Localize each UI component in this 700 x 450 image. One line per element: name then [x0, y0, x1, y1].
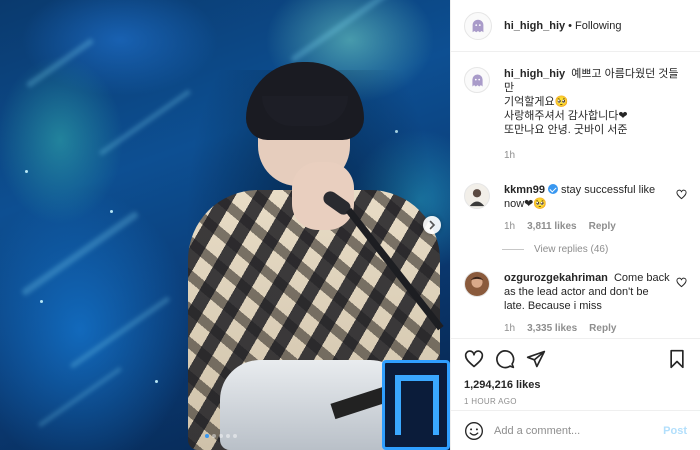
caption-username[interactable]: hi_high_hiy: [504, 68, 565, 80]
view-replies-label: View replies (46): [534, 244, 609, 255]
view-replies-button[interactable]: View replies (46): [502, 244, 687, 255]
comment-body: ozgurozgekahriman Come back as the lead …: [504, 271, 687, 336]
carousel-dot: [233, 434, 237, 438]
light-streak: [98, 88, 192, 157]
comment-meta: 1h 3,335 likes Reply: [504, 322, 671, 336]
following-button[interactable]: Following: [575, 20, 621, 32]
light-streak: [25, 37, 95, 89]
post-side-panel: hi_high_hiy • Following hi_high_hiy 예쁘고 …: [450, 0, 700, 450]
comments-list[interactable]: hi_high_hiy 예쁘고 아름다웠던 것들만 기억할게요🥺 사랑해주셔서 …: [451, 53, 700, 338]
comment-time[interactable]: 1h: [504, 322, 515, 336]
likes-count[interactable]: 1,294,216 likes: [464, 379, 687, 391]
comment-bubble-icon[interactable]: [495, 349, 515, 369]
share-paper-plane-icon[interactable]: [526, 349, 546, 369]
caption-meta: 1h: [504, 149, 687, 163]
comment-item: kkmn99 stay successful like now❤🥺 1h 3,81…: [464, 183, 687, 234]
ghost-avatar-icon: [472, 19, 484, 32]
ghost-avatar-icon: [471, 74, 483, 86]
add-comment-input[interactable]: [494, 424, 664, 437]
action-icons: [464, 347, 687, 371]
person-avatar-icon: [469, 189, 485, 207]
comment-username[interactable]: kkmn99: [504, 184, 545, 196]
author-avatar[interactable]: [464, 11, 492, 40]
comment-likes[interactable]: 3,811 likes: [527, 220, 577, 234]
bookmark-icon[interactable]: [667, 349, 687, 369]
comment-like-icon[interactable]: [676, 189, 687, 200]
light-streak: [37, 366, 123, 428]
like-heart-icon[interactable]: [464, 349, 484, 369]
sparkle: [40, 300, 43, 303]
add-comment-bar: Post: [451, 410, 700, 450]
author-username[interactable]: hi_high_hiy: [504, 20, 565, 32]
commenter-avatar[interactable]: [464, 271, 490, 297]
chevron-right-icon: [429, 220, 436, 230]
comment-meta: 1h 3,811 likes Reply: [504, 220, 671, 234]
comment-item: ozgurozgekahriman Come back as the lead …: [464, 271, 687, 336]
reply-button[interactable]: Reply: [589, 220, 616, 234]
post-comment-button[interactable]: Post: [663, 425, 687, 437]
comment-time[interactable]: 1h: [504, 220, 515, 234]
carousel-dot-active: [205, 434, 209, 438]
light-streak: [69, 296, 171, 369]
sparkle: [155, 380, 158, 383]
comment-body: kkmn99 stay successful like now❤🥺 1h 3,81…: [504, 183, 687, 234]
post-timestamp[interactable]: 1 HOUR AGO: [464, 397, 687, 406]
sparkle: [110, 210, 113, 213]
caption-text-line2: 기억할게요🥺: [504, 96, 569, 108]
caption-text-line4: 또만나요 안녕. 굿바이 서준: [504, 124, 628, 136]
verified-badge-icon: [547, 184, 558, 194]
light-streak: [20, 210, 140, 297]
comment-username[interactable]: ozgurozgekahriman: [504, 272, 608, 284]
comment-likes[interactable]: 3,335 likes: [527, 322, 577, 336]
caption: hi_high_hiy 예쁘고 아름다웠던 것들만 기억할게요🥺 사랑해주셔서 …: [464, 67, 687, 163]
replies-divider: [502, 249, 524, 250]
person-avatar-icon: [470, 276, 484, 288]
post-actions: 1,294,216 likes 1 HOUR AGO: [451, 338, 700, 406]
carousel-dot: [219, 434, 223, 438]
caption-body: hi_high_hiy 예쁘고 아름다웠던 것들만 기억할게요🥺 사랑해주셔서 …: [504, 67, 687, 163]
carousel-dot: [226, 434, 230, 438]
reply-button[interactable]: Reply: [589, 322, 616, 336]
comment-like-icon[interactable]: [676, 277, 687, 288]
carousel-dot: [212, 434, 216, 438]
caption-time[interactable]: 1h: [504, 149, 515, 163]
emoji-smiley-icon[interactable]: [464, 421, 484, 441]
caption-avatar[interactable]: [464, 67, 490, 93]
post-image[interactable]: [0, 0, 450, 450]
post-header: hi_high_hiy • Following: [451, 0, 700, 52]
sparkle: [25, 170, 28, 173]
carousel-indicator: [205, 434, 237, 438]
next-image-button[interactable]: [423, 216, 441, 234]
caption-text-line3: 사랑해주셔서 감사합니다❤: [504, 110, 628, 122]
stage-logo: [382, 360, 450, 450]
header-separator: •: [568, 19, 572, 32]
light-streak: [290, 0, 400, 63]
commenter-avatar[interactable]: [464, 183, 490, 209]
